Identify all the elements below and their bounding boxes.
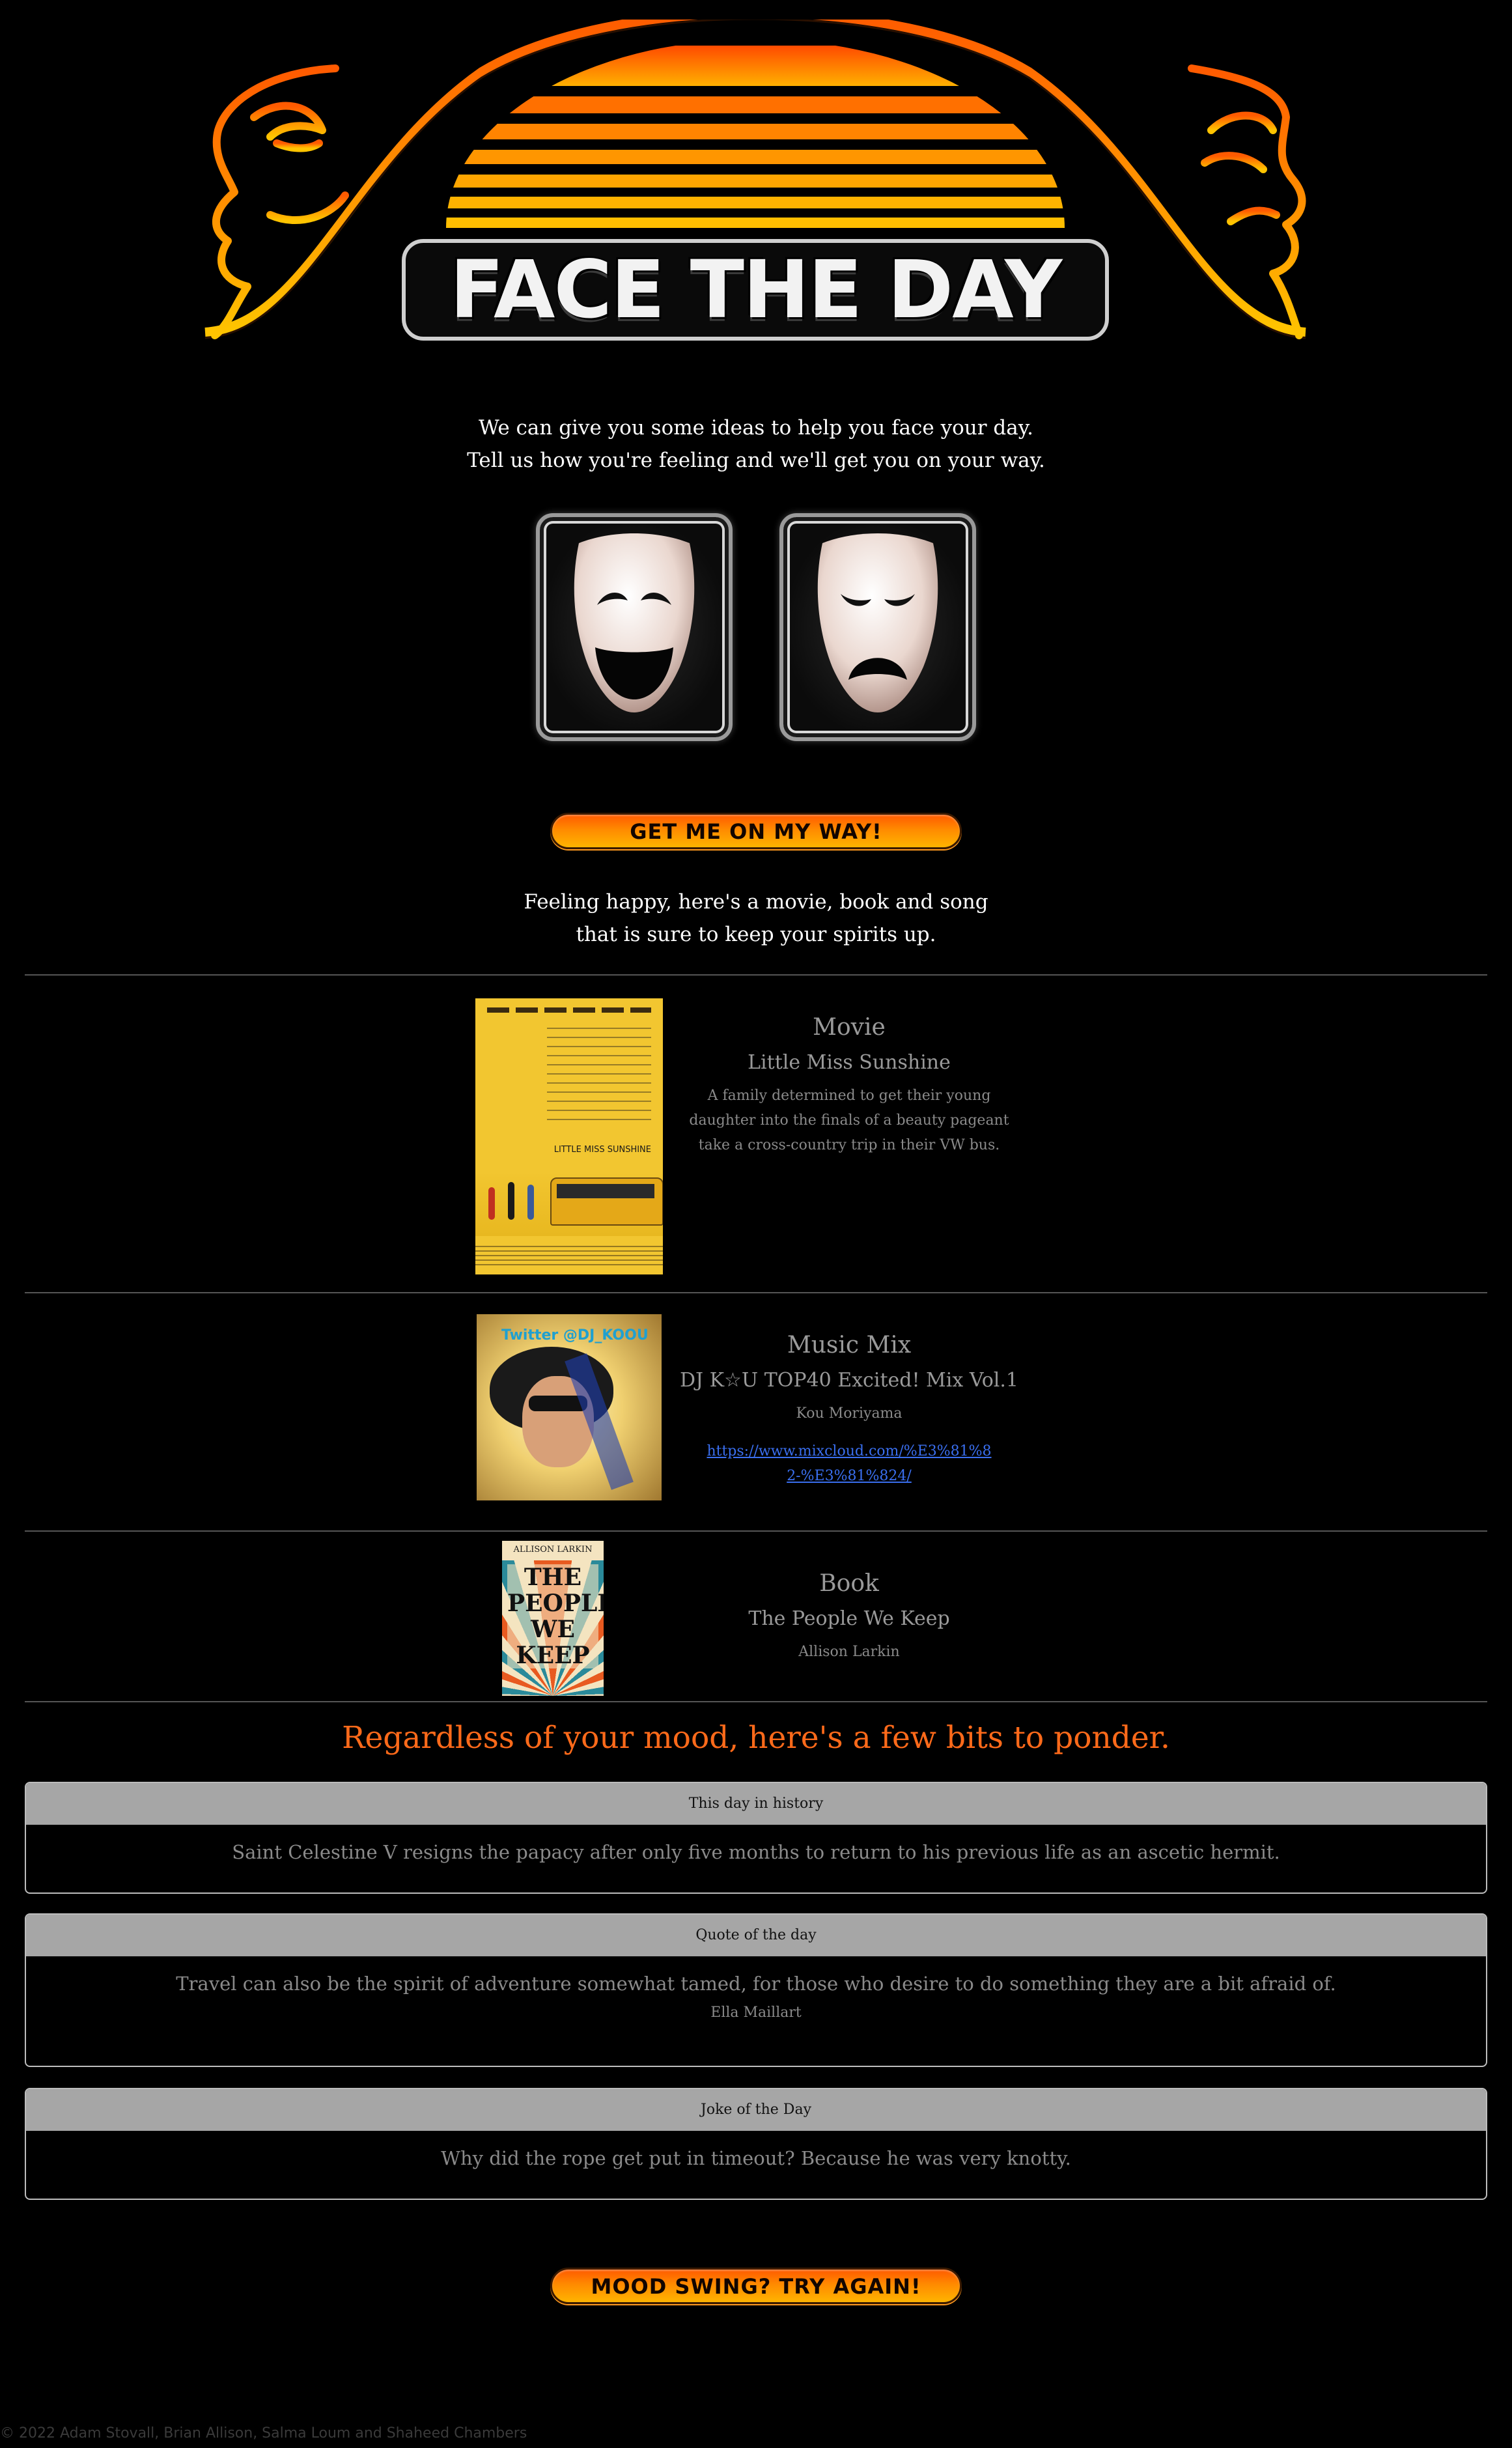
divider [25,974,1487,976]
comedy-mask-icon [574,533,695,712]
movie-description: A family determined to get their young d… [689,1088,1009,1153]
result-intro-line-2: that is sure to keep your spirits up. [576,923,936,946]
quote-card-header: Quote of the day [26,1915,1486,1956]
footer-copyright: © 2022 Adam Stovall, Brian Allison, Salm… [0,2425,527,2441]
divider [25,1530,1487,1532]
result-intro: Feeling happy, here's a movie, book and … [0,886,1512,951]
movie-details: Movie Little Miss Sunshine A family dete… [673,1012,1025,1158]
try-again-button[interactable]: MOOD SWING? TRY AGAIN! [550,2268,962,2304]
divider [25,1292,1487,1293]
intro-text: We can give you some ideas to help you f… [0,412,1512,477]
divider [25,1701,1487,1702]
book-details: Book The People We Keep Allison Larkin [673,1568,1025,1665]
book-cover: ALLISON LARKIN THE PEOPLE WE KEEP [502,1541,604,1696]
music-cover: Twitter @DJ_KOOU [477,1314,662,1500]
get-me-on-my-way-button[interactable]: GET ME ON MY WAY! [550,813,962,849]
result-intro-line-1: Feeling happy, here's a movie, book and … [524,890,988,914]
book-title: The People We Keep [748,1607,950,1630]
music-artist: Kou Moriyama [796,1405,903,1422]
poster-title: LITTLE MISS SUNSHINE [553,1145,651,1155]
logo-title: FACE THE DAY [449,244,1063,336]
movie-heading: Movie [813,1014,886,1041]
book-heading: Book [819,1570,879,1597]
quote-text: Travel can also be the spirit of adventu… [176,1973,1336,1995]
history-text: Saint Celestine V resigns the papacy aft… [232,1841,1280,1863]
intro-line-2: Tell us how you're feeling and we'll get… [467,449,1045,472]
music-title: DJ K☆U TOP40 Excited! Mix Vol.1 [679,1369,1019,1392]
music-details: Music Mix DJ K☆U TOP40 Excited! Mix Vol.… [673,1330,1025,1489]
joke-card-header: Joke of the Day [26,2089,1486,2131]
quote-author: Ella Maillart [710,2005,802,2021]
book-cover-title: THE PEOPLE WE KEEP [507,1564,604,1669]
joke-text: Why did the rope get put in timeout? Bec… [441,2147,1071,2169]
movie-poster: LITTLE MISS SUNSHINE [475,998,663,1274]
music-link[interactable]: https://www.mixcloud.com/%E3%81%82-%E3%8… [673,1439,1025,1489]
book-author: Allison Larkin [798,1644,900,1660]
joke-card: Joke of the Day Why did the rope get put… [25,2088,1487,2200]
sad-mood-button[interactable] [779,513,976,741]
quote-card: Quote of the day Travel can also be the … [25,1913,1487,2067]
ponder-title: Regardless of your mood, here's a few bi… [342,1720,1170,1756]
intro-line-1: We can give you some ideas to help you f… [479,416,1033,440]
happy-mood-button[interactable] [536,513,733,741]
cover-text: Twitter @DJ_KOOU [501,1327,649,1344]
book-cover-author: ALLISON LARKIN [513,1545,593,1555]
movie-title: Little Miss Sunshine [748,1051,951,1074]
history-card: This day in history Saint Celestine V re… [25,1782,1487,1894]
music-heading: Music Mix [787,1332,912,1358]
site-logo: FACE THE DAY [156,8,1354,358]
history-card-header: This day in history [26,1783,1486,1825]
tragedy-mask-icon [817,533,938,712]
